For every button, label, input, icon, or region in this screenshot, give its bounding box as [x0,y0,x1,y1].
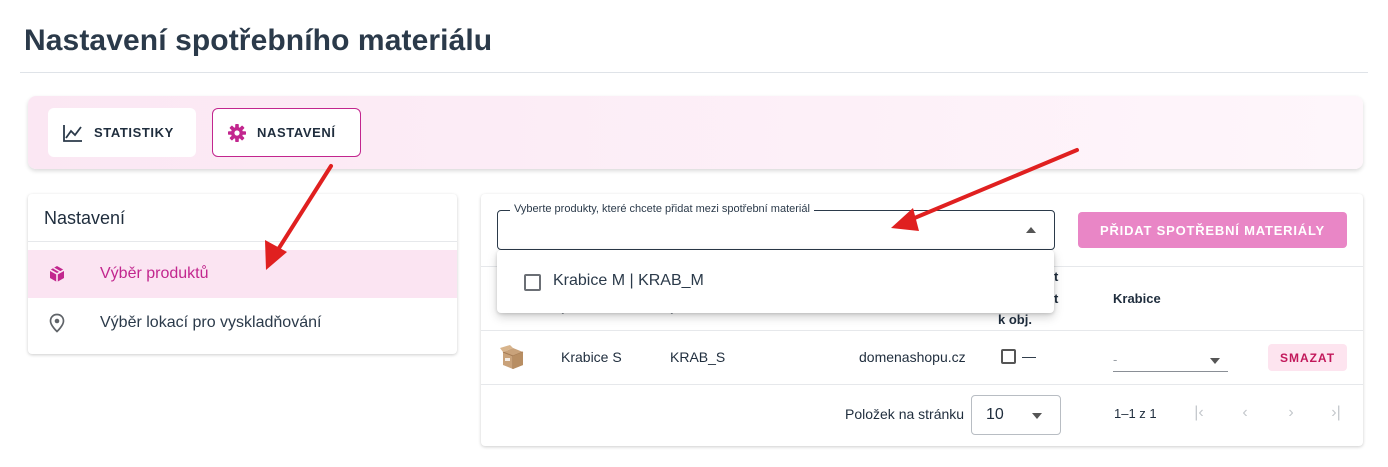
title-divider [20,72,1368,73]
row-box-select-value: - [1113,352,1118,367]
top-tab-bar: STATISTIKY NASTAVENÍ [28,96,1363,169]
sidebar-item-locations-label: Výběr lokací pro vyskladňování [100,314,322,331]
chevron-down-icon [1032,413,1042,419]
table-footer-divider [481,384,1363,385]
chevron-down-icon [1210,358,1220,364]
tab-statistics-label: STATISTIKY [94,125,174,140]
settings-sidebar: Nastavení Výběr produktů Výběr lokací pr… [28,194,457,354]
tab-settings[interactable]: NASTAVENÍ [212,108,361,157]
sidebar-item-products-label: Výběr produktů [100,265,209,282]
sidebar-item-locations[interactable]: Výběr lokací pro vyskladňování [28,299,457,347]
column-header-order-line2: t [1054,291,1059,306]
tab-settings-label: NASTAVENÍ [257,125,336,140]
first-page-button[interactable]: |‹ [1189,404,1209,424]
option-checkbox[interactable] [524,274,541,291]
next-page-button[interactable]: › [1281,404,1301,424]
previous-page-button[interactable]: ‹ [1235,404,1255,424]
table-row-divider [481,330,1363,331]
column-header-order-line1: t [1054,269,1059,284]
tab-statistics[interactable]: STATISTIKY [48,108,196,157]
product-dropdown-menu: Krabice M | KRAB_M [497,250,1054,313]
chevron-up-icon [1026,227,1036,233]
column-header-box: Krabice [1113,291,1161,306]
add-materials-button[interactable]: PŘIDAT SPOTŘEBNÍ MATERIÁLY [1078,212,1347,248]
row-order-checkbox[interactable] [1001,349,1016,364]
row-product-code: KRAB_S [670,349,726,365]
materials-panel: Vyberte produkty, které chcete přidat me… [481,194,1363,446]
location-pin-icon [49,313,65,333]
package-icon [49,266,65,282]
cardboard-box-image [500,345,524,369]
last-page-button[interactable]: ›| [1326,404,1346,424]
sidebar-divider [28,241,457,242]
line-chart-icon [63,124,82,142]
pagination-range: 1–1 z 1 [1114,406,1157,421]
sidebar-item-products[interactable]: Výběr produktů [28,250,457,298]
product-select-label: Vyberte produkty, které chcete přidat me… [510,203,814,215]
gear-icon [228,123,246,142]
row-box-select[interactable]: - [1113,350,1228,372]
row-product-name: Krabice S [561,349,622,365]
page-title: Nastavení spotřebního materiálu [24,24,493,57]
row-order-dash: — [1022,348,1036,364]
column-header-order-line3: k obj. [998,312,1032,327]
product-select[interactable]: Vyberte produkty, které chcete přidat me… [497,203,1055,250]
rows-per-page-label: Položek na stránku [845,406,965,422]
row-shop: domenashopu.cz [859,349,966,365]
sidebar-title: Nastavení [44,208,126,228]
delete-button[interactable]: SMAZAT [1268,344,1347,371]
dropdown-option[interactable]: Krabice M | KRAB_M [553,272,704,290]
rows-per-page-value: 10 [986,406,1004,423]
rows-per-page-select[interactable]: 10 [971,395,1061,435]
